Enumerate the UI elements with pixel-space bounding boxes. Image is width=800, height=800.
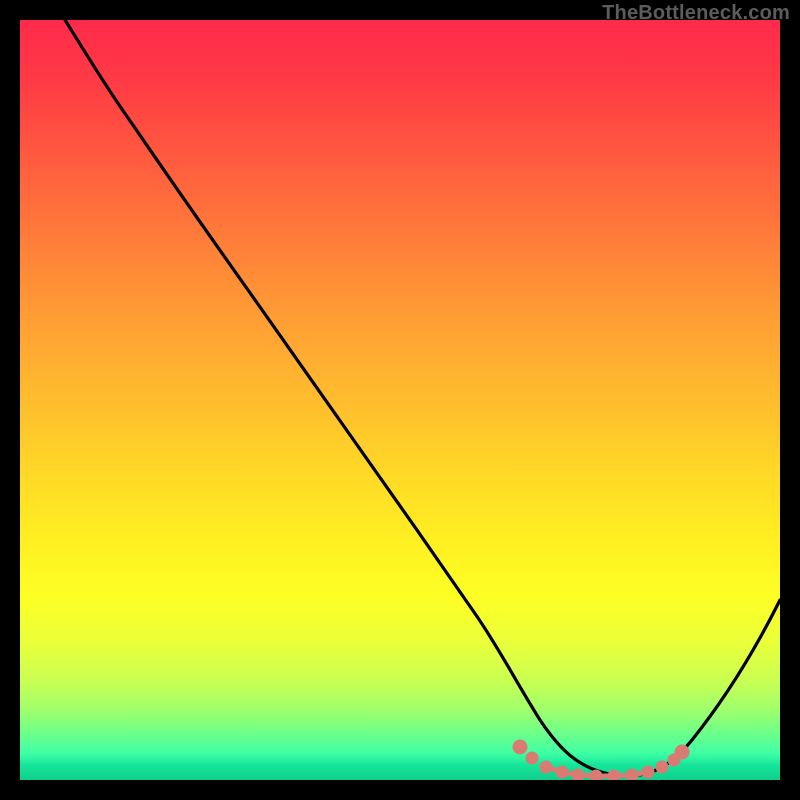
chart-plot-area — [20, 20, 780, 780]
watermark-text: TheBottleneck.com — [602, 2, 790, 25]
curve-layer — [20, 20, 780, 780]
bottleneck-curve-line — [65, 20, 780, 776]
optimal-region-markers — [515, 742, 687, 780]
